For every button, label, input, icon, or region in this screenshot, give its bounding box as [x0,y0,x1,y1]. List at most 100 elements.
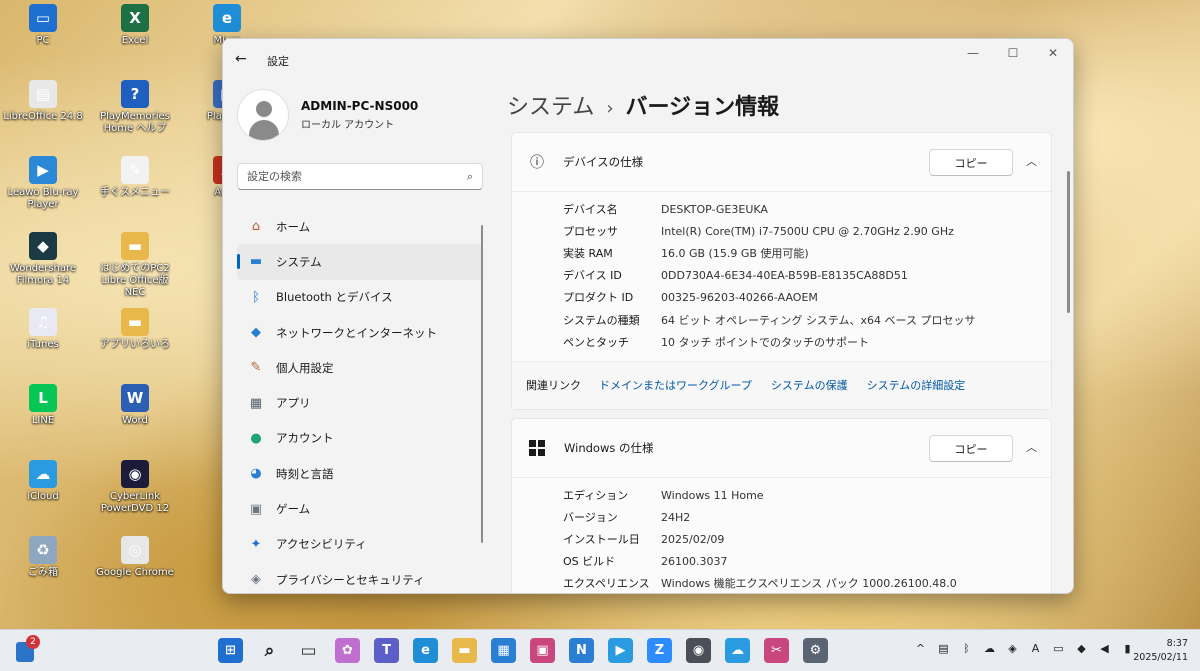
bluetooth-icon[interactable]: ᛒ [960,642,973,655]
back-arrow-icon[interactable]: ← [235,51,247,67]
desktop-icon[interactable]: ☁ iCloud [0,460,88,503]
search-box[interactable]: ⌕ [237,163,483,190]
desktop-icon[interactable]: ▭ PC [0,4,88,47]
desktop-icon[interactable]: ♻ ごみ箱 [0,536,88,579]
sidebar-scrollbar[interactable] [481,225,483,543]
search-input[interactable] [238,164,448,189]
teams-icon[interactable]: T [374,638,399,663]
sidebar-item[interactable]: ▣ ゲーム [237,491,483,526]
sidebar-item[interactable]: ▬ システム [237,244,483,280]
close-icon[interactable]: ✕ [1033,39,1073,67]
volume-icon[interactable]: ◀ [1098,642,1111,655]
sidebar-item[interactable]: ✎ 個人用設定 [237,350,483,385]
desktop-icon-label: Wondershare Filmora 14 [9,263,77,286]
desktop-icon[interactable]: ◎ Google Chrome [90,536,180,579]
store-icon[interactable]: ▦ [491,638,516,663]
start-icon[interactable]: ⊞ [218,638,243,663]
bluetooth-icon: ᛒ [252,289,260,305]
language-icon[interactable]: ▭ [1052,642,1065,655]
desktop-icon[interactable]: ▬ アプリいろいろ [90,308,180,351]
chevron-up-icon[interactable]: ^ [914,642,927,655]
desktop-icon[interactable]: X Excel [90,4,180,47]
copilot-icon[interactable]: ✿ [335,638,360,663]
photos-icon[interactable]: ▣ [530,638,555,663]
desktop-icon[interactable]: ▶ Leawo Blu-ray Player [0,156,88,211]
icloud-icon[interactable]: ☁ [725,638,750,663]
edge-icon[interactable]: e [413,638,438,663]
device-spec-header[interactable]: ⓘ デバイスの仕様 コピー ︿ [512,133,1051,191]
link-system-protection[interactable]: システムの保護 [771,377,848,393]
news-icon[interactable]: N [569,638,594,663]
zoom-icon[interactable]: Z [647,638,672,663]
title-bar: ← 設定 — ☐ ✕ [223,39,1073,79]
sidebar-item[interactable]: ● アカウント [237,421,483,456]
desktop-icon[interactable]: ♫ iTunes [0,308,88,351]
window-controls: — ☐ ✕ [953,39,1073,67]
wifi-icon: ◆ [251,325,261,341]
windows-spec-list: エディション Windows 11 Home バージョン 24H2 インストール日 202… [512,477,1051,593]
desktop-icon[interactable]: W Word [90,384,180,427]
windows-spec-title: Windows の仕様 [564,441,654,455]
related-links: 関連リンク ドメインまたはワークグループ システムの保護 システムの詳細設定 [512,360,1051,409]
spec-row: デバイス名 DESKTOP-GE3EUKA [512,198,1051,220]
spec-value: Windows 11 Home [661,488,764,502]
home-icon: ⌂ [251,219,261,235]
sidebar-item[interactable]: ◕ 時刻と言語 [237,456,483,491]
media-player-icon[interactable]: ▶ [608,638,633,663]
sidebar-item[interactable]: ◈ プライバシーとセキュリティ [237,562,483,593]
sidebar-item[interactable]: ⌂ ホーム [237,209,483,244]
maximize-icon[interactable]: ☐ [993,39,1033,67]
libreoffice-icon: ▤ [29,80,57,108]
clock[interactable]: 8:37 2025/02/11 [1133,637,1188,665]
pc-icon: ▭ [29,4,57,32]
minimize-icon[interactable]: — [953,39,993,67]
snipping-tool-icon[interactable]: ✂ [764,638,789,663]
itunes-icon: ♫ [29,308,57,336]
widgets-button[interactable]: 2 [16,635,40,662]
device-copy-button[interactable]: コピー [929,149,1013,176]
desktop-icon[interactable]: ◉ CyberLink PowerDVD 12 [90,460,180,515]
sidebar-item[interactable]: ◆ ネットワークとインターネット [237,315,483,350]
desktop-icon[interactable]: ▬ はじめてのPC2 Libre Office版 NEC [90,232,180,299]
desktop-icon[interactable]: ▤ LibreOffice 24.8 [0,80,88,123]
desktop-icon[interactable]: ◆ Wondershare Filmora 14 [0,232,88,287]
settings-icon[interactable]: ⚙ [803,638,828,663]
sidebar-item[interactable]: ᛒ Bluetooth とデバイス [237,280,483,315]
task-view-icon[interactable]: ▭ [296,638,321,663]
windows-spec-header[interactable]: Windows の仕様 コピー ︿ [512,419,1051,477]
chevron-up-icon[interactable]: ︿ [1026,439,1037,455]
spec-value: 64 ビット オペレーティング システム、x64 ベース プロセッサ [661,313,976,327]
battery-icon[interactable]: ▮ [1121,642,1134,655]
user-profile[interactable]: ADMIN-PC-NS000 ローカル アカウント [237,89,418,141]
search-icon[interactable]: ⌕ [467,170,473,184]
spec-value: 24H2 [661,510,691,524]
desktop-icon[interactable]: ? PlayMemories Home ヘルプ [90,80,180,135]
wifi-icon[interactable]: ◆ [1075,642,1088,655]
sidebar-item-label: アカウント [276,431,334,446]
sidebar-item-label: 時刻と言語 [276,466,334,481]
desktop-icon-label: はじめてのPC2 Libre Office版 NEC [100,263,170,298]
content-scrollbar[interactable] [1067,171,1070,313]
link-domain-workgroup[interactable]: ドメインまたはワークグループ [599,377,752,393]
chevron-up-icon[interactable]: ︿ [1026,153,1037,169]
link-advanced-system-settings[interactable]: システムの詳細設定 [867,377,966,393]
breadcrumb-parent[interactable]: システム [507,95,594,120]
sidebar-item-label: ホーム [276,219,311,234]
sidebar-item[interactable]: ✦ アクセシビリティ [237,527,483,562]
windows-copy-button[interactable]: コピー [929,435,1013,462]
globe-icon: ◕ [250,466,262,482]
security-icon[interactable]: ◈ [1006,642,1019,655]
sidebar-item[interactable]: ▦ アプリ [237,385,483,420]
file-explorer-icon[interactable]: ▬ [452,638,477,663]
camera-icon[interactable]: ◉ [686,638,711,663]
desktop-icon-label: iTunes [27,339,59,350]
ime-icon[interactable]: A [1029,642,1042,655]
search-icon[interactable]: ⌕ [257,638,282,663]
desktop-icon[interactable]: ✎ 手ぐスメニュー [90,156,180,199]
onedrive-icon[interactable]: ☁ [983,642,996,655]
filmora-icon: ◆ [29,232,57,260]
spec-value: 16.0 GB (15.9 GB 使用可能) [661,247,809,261]
network-monitor-icon[interactable]: ▤ [937,642,950,655]
desktop-icon[interactable]: L LINE [0,384,88,427]
desktop-icon-label: PlayMemories Home ヘルプ [100,111,170,134]
